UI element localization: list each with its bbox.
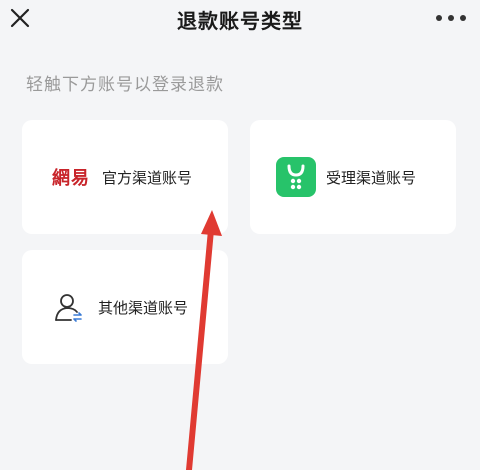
instruction-text: 轻触下方账号以登录退款 [26,75,224,95]
other-account-label: 其他渠道账号 [98,298,189,317]
other-account-card[interactable]: 其他渠道账号 [22,250,228,364]
netease-logo: 網易 [52,168,90,189]
accept-account-label: 受理渠道账号 [326,168,417,187]
top-bar: 退款账号类型 [0,0,480,40]
user-swap-icon [55,294,82,322]
more-dots-icon [436,15,442,21]
official-account-card[interactable]: 網易 官方渠道账号 [22,120,228,234]
more-button[interactable] [436,8,466,28]
green-shopping-bag-icon [276,157,316,197]
official-account-label: 官方渠道账号 [102,168,193,187]
page-title: 退款账号类型 [177,9,303,33]
accept-account-card[interactable]: 受理渠道账号 [250,120,456,234]
